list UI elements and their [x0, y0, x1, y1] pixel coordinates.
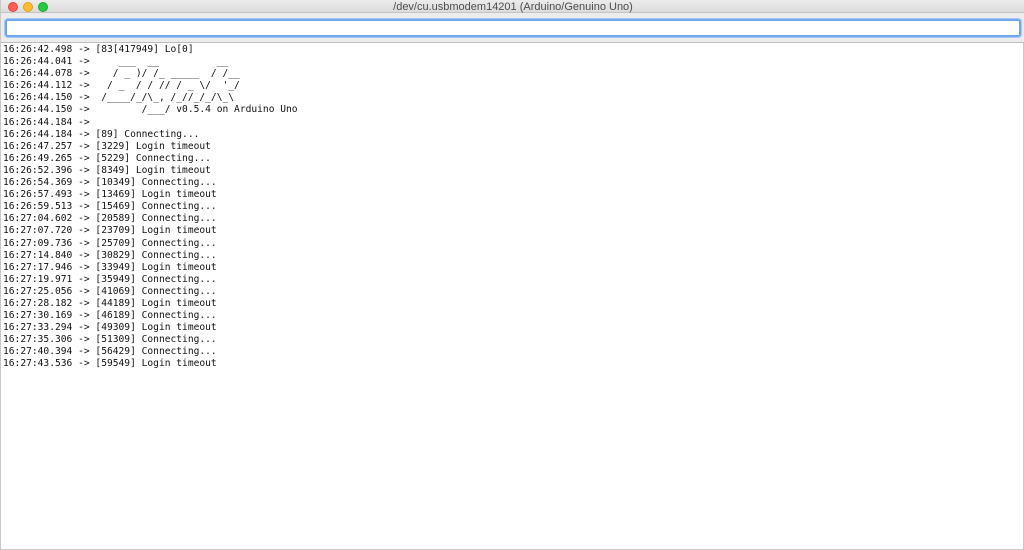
serial-log-line: 16:27:14.840 -> [30829] Connecting... [3, 249, 217, 261]
window-title: /dev/cu.usbmodem14201 (Arduino/Genuino U… [393, 1, 633, 13]
serial-log-line: 16:27:25.056 -> [41069] Connecting... [3, 285, 217, 297]
serial-log-line: 16:27:17.946 -> [33949] Login timeout [3, 261, 217, 273]
serial-log-line: 16:27:43.536 -> [59549] Login timeout [3, 358, 217, 370]
serial-log-line: 16:27:04.602 -> [20589] Connecting... [3, 213, 217, 225]
serial-log-line: 16:26:52.396 -> [8349] Login timeout [3, 164, 211, 176]
serial-log-line: 16:26:42.498 -> [83[417949] Lo[0] [3, 44, 194, 55]
serial-log-line: 16:27:33.294 -> [49309] Login timeout [3, 322, 217, 334]
serial-monitor-window: /dev/cu.usbmodem14201 (Arduino/Genuino U… [0, 0, 1024, 550]
serial-log-line: 16:27:35.306 -> [51309] Connecting... [3, 334, 217, 346]
serial-log-line: 16:27:09.736 -> [25709] Connecting... [3, 237, 217, 249]
serial-log-line: 16:26:44.150 -> /____/_/\_, /_//_/_/\_\ [3, 92, 235, 104]
serial-log-line: 16:26:44.112 -> / _ / / // / _ \/ '_/ [3, 80, 240, 92]
serial-log-line: 16:26:57.493 -> [13469] Login timeout [3, 189, 217, 201]
serial-log-line: 16:26:44.041 -> ___ __ __ [3, 56, 229, 68]
serial-log-line: 16:26:49.265 -> [5229] Connecting... [3, 152, 211, 164]
serial-output-area[interactable]: 16:26:42.498 -> [83[417949] Lo[0] 16:26:4… [3, 44, 1021, 544]
serial-log-line: 16:27:28.182 -> [44189] Login timeout [3, 297, 217, 309]
serial-log-line: 16:27:07.720 -> [23709] Login timeout [3, 225, 217, 237]
serial-log-line: 16:26:44.078 -> / _ )/ /_ _____ / /__ [3, 68, 240, 80]
serial-log-line: 16:27:19.971 -> [35949] Connecting... [3, 273, 217, 285]
serial-log-line: 16:26:54.369 -> [10349] Connecting... [3, 177, 217, 189]
serial-log-line: 16:26:47.257 -> [3229] Login timeout [3, 140, 211, 152]
title-bar: /dev/cu.usbmodem14201 (Arduino/Genuino U… [1, 0, 1024, 13]
send-toolbar [1, 13, 1024, 43]
serial-send-input[interactable] [5, 19, 1021, 37]
serial-log-line: 16:26:44.150 -> /___/ v0.5.4 on Arduino … [3, 104, 298, 116]
serial-log-line: 16:27:40.394 -> [56429] Connecting... [3, 346, 217, 358]
serial-log-line: 16:26:44.184 -> [3, 116, 90, 128]
serial-log-line: 16:26:44.184 -> [89] Connecting... [3, 128, 200, 140]
serial-log-line: 16:26:59.513 -> [15469] Connecting... [3, 201, 217, 213]
serial-log-line: 16:27:30.169 -> [46189] Connecting... [3, 310, 217, 322]
